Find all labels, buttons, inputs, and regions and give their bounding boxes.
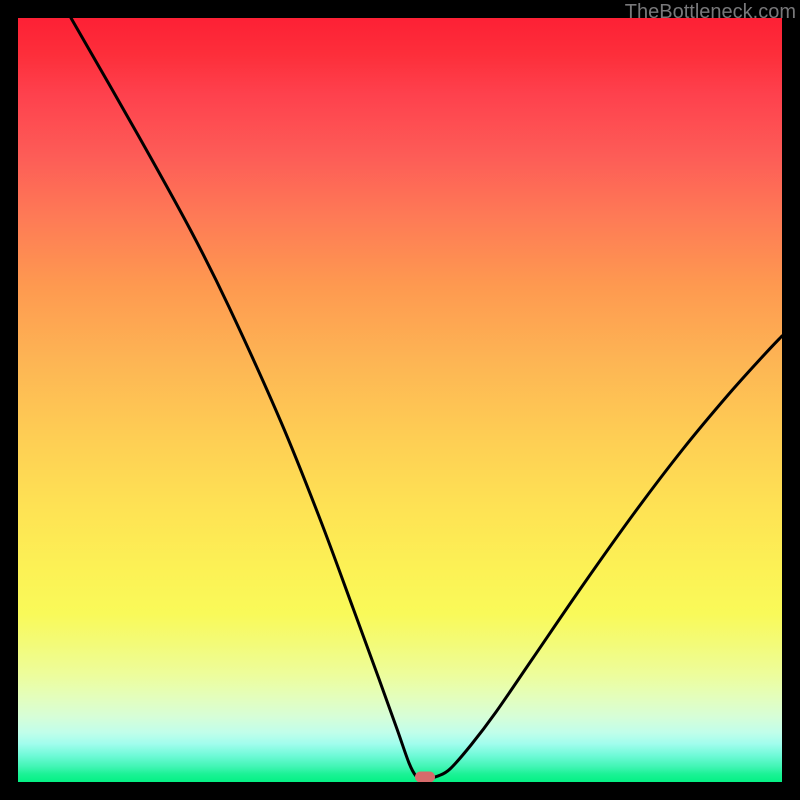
optimal-marker bbox=[415, 772, 435, 783]
watermark-text: TheBottleneck.com bbox=[625, 1, 796, 24]
chart-frame: TheBottleneck.com bbox=[0, 0, 800, 800]
curve-layer bbox=[18, 18, 782, 782]
bottleneck-curve bbox=[71, 18, 782, 778]
plot-area bbox=[18, 18, 782, 782]
